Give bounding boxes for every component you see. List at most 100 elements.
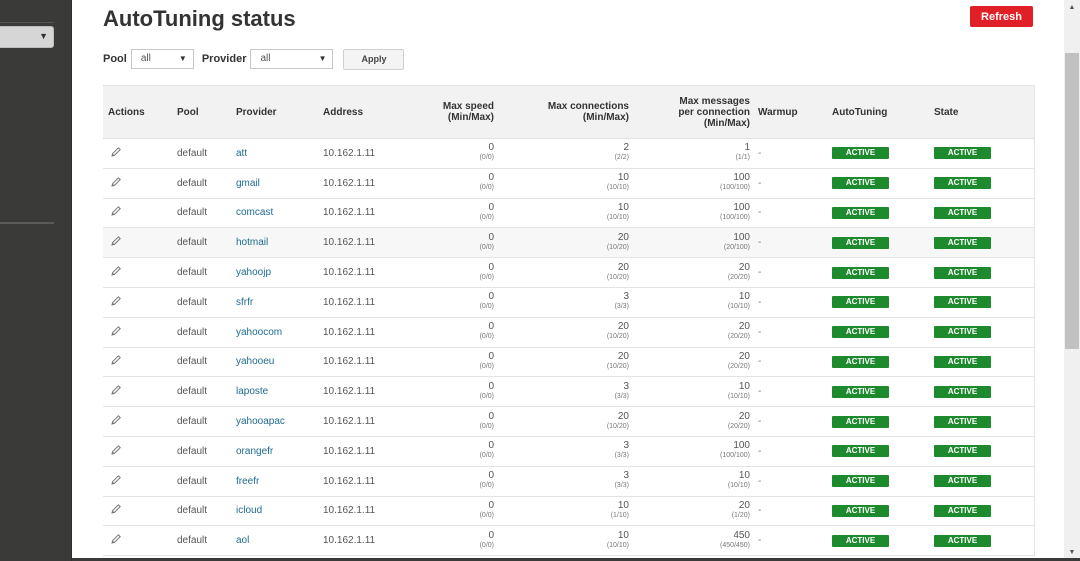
max-speed-range: (0/0): [479, 243, 494, 251]
pool-filter-select[interactable]: all ▼: [130, 49, 194, 69]
pencil-edit-icon[interactable]: [110, 444, 122, 456]
max-connections-range: (10/20): [606, 333, 629, 341]
pencil-edit-icon[interactable]: [110, 503, 122, 515]
max-connections-cell: 3 (3/3): [498, 466, 633, 496]
actions-cell: [103, 526, 172, 556]
max-messages-range: (100/100): [720, 213, 750, 221]
warmup-cell: -: [758, 177, 762, 189]
pool-cell: default: [177, 267, 208, 279]
max-messages-value: 20: [738, 350, 750, 362]
max-connections-range: (10/20): [606, 273, 629, 281]
provider-cell: aol: [231, 526, 318, 556]
pool-filter-label: Pool: [103, 53, 127, 65]
max-speed-range: (0/0): [479, 362, 494, 370]
provider-link[interactable]: yahooeu: [236, 356, 274, 367]
provider-link[interactable]: icloud: [236, 505, 262, 516]
max-messages-cell: 20 (20/20): [633, 407, 754, 437]
sidebar-select[interactable]: ▼: [0, 26, 54, 48]
pool-cell: default: [177, 535, 208, 547]
max-connections-cell: 20 (10/20): [498, 258, 633, 288]
autotuning-status-badge: ACTIVE: [832, 475, 889, 488]
sidebar-divider: [0, 222, 54, 224]
max-connections-value: 3: [623, 291, 629, 303]
pencil-edit-icon[interactable]: [110, 235, 122, 247]
pencil-edit-icon[interactable]: [110, 414, 122, 426]
max-speed-range: (0/0): [479, 303, 494, 311]
pencil-edit-icon[interactable]: [110, 146, 122, 158]
provider-link[interactable]: hotmail: [236, 237, 268, 248]
warmup-cell: -: [758, 505, 762, 517]
max-messages-range: (20/20): [727, 333, 750, 341]
max-connections-value: 10: [617, 172, 629, 184]
provider-link[interactable]: sfrfr: [236, 297, 253, 308]
max-speed-range: (0/0): [479, 333, 494, 341]
provider-link[interactable]: comcast: [236, 207, 273, 218]
actions-cell: [103, 139, 172, 169]
state-status-badge: ACTIVE: [934, 504, 991, 517]
max-connections-cell: 10 (10/10): [498, 168, 633, 198]
state-cell: ACTIVE: [929, 228, 1034, 258]
pencil-edit-icon[interactable]: [110, 205, 122, 217]
autotuning-cell: ACTIVE: [827, 139, 929, 169]
max-connections-value: 10: [617, 201, 629, 213]
pool-cell: default: [177, 237, 208, 249]
max-connections-range: (3/3): [614, 482, 629, 490]
pencil-edit-icon[interactable]: [110, 384, 122, 396]
address-cell: 10.162.1.11: [323, 296, 376, 308]
warmup-cell: -: [758, 475, 762, 487]
provider-link[interactable]: yahooapac: [236, 416, 285, 427]
provider-link[interactable]: orangefr: [236, 446, 273, 457]
state-cell: ACTIVE: [929, 139, 1034, 169]
max-connections-value: 20: [617, 321, 629, 333]
state-status-badge: ACTIVE: [934, 296, 991, 309]
refresh-button[interactable]: Refresh: [970, 6, 1033, 27]
max-messages-cell: 450 (450/450): [633, 526, 754, 556]
max-messages-range: (100/100): [720, 184, 750, 192]
pencil-edit-icon[interactable]: [110, 533, 122, 545]
provider-link[interactable]: yahoocom: [236, 327, 282, 338]
header-max-connections: Max connections (Min/Max): [498, 85, 633, 139]
pencil-edit-icon[interactable]: [110, 295, 122, 307]
provider-cell: att: [231, 139, 318, 169]
max-connections-value: 20: [617, 410, 629, 422]
pencil-edit-icon[interactable]: [110, 354, 122, 366]
max-messages-value: 100: [733, 201, 750, 213]
provider-link[interactable]: freefr: [236, 476, 259, 487]
max-messages-range: (450/450): [720, 541, 750, 549]
apply-button[interactable]: Apply: [343, 48, 405, 70]
max-speed-value: 0: [488, 201, 494, 213]
max-speed-value: 0: [488, 261, 494, 273]
provider-link[interactable]: laposte: [236, 386, 268, 397]
vertical-scrollbar[interactable]: ▲ ▼: [1064, 0, 1080, 561]
pencil-edit-icon[interactable]: [110, 325, 122, 337]
max-connections-range: (10/20): [606, 422, 629, 430]
pencil-edit-icon[interactable]: [110, 176, 122, 188]
warmup-cell: -: [758, 237, 762, 249]
provider-cell: yahooapac: [231, 407, 318, 437]
autotuning-cell: ACTIVE: [827, 466, 929, 496]
provider-link[interactable]: aol: [236, 535, 249, 546]
max-connections-value: 20: [617, 231, 629, 243]
state-status-badge: ACTIVE: [934, 534, 991, 547]
pool-filter-value: all: [140, 53, 151, 64]
state-status-badge: ACTIVE: [934, 385, 991, 398]
max-speed-value: 0: [488, 172, 494, 184]
provider-filter-select[interactable]: all ▼: [250, 49, 334, 69]
max-speed-range: (0/0): [479, 273, 494, 281]
chevron-down-icon: ▼: [39, 31, 48, 41]
provider-link[interactable]: yahoojp: [236, 267, 271, 278]
header-max-connections-line2: (Min/Max): [582, 112, 629, 123]
autotuning-cell: ACTIVE: [827, 377, 929, 407]
state-status-badge: ACTIVE: [934, 266, 991, 279]
scrollbar-thumb[interactable]: [1065, 53, 1079, 349]
provider-link[interactable]: gmail: [236, 178, 260, 189]
pencil-edit-icon[interactable]: [110, 265, 122, 277]
autotuning-cell: ACTIVE: [827, 228, 929, 258]
address-cell: 10.162.1.11: [323, 416, 376, 428]
max-connections-cell: 3 (3/3): [498, 436, 633, 466]
provider-link[interactable]: att: [236, 148, 247, 159]
max-messages-range: (20/100): [723, 243, 750, 251]
scroll-up-icon[interactable]: ▲: [1064, 0, 1080, 16]
pencil-edit-icon[interactable]: [110, 474, 122, 486]
state-cell: ACTIVE: [929, 496, 1034, 526]
